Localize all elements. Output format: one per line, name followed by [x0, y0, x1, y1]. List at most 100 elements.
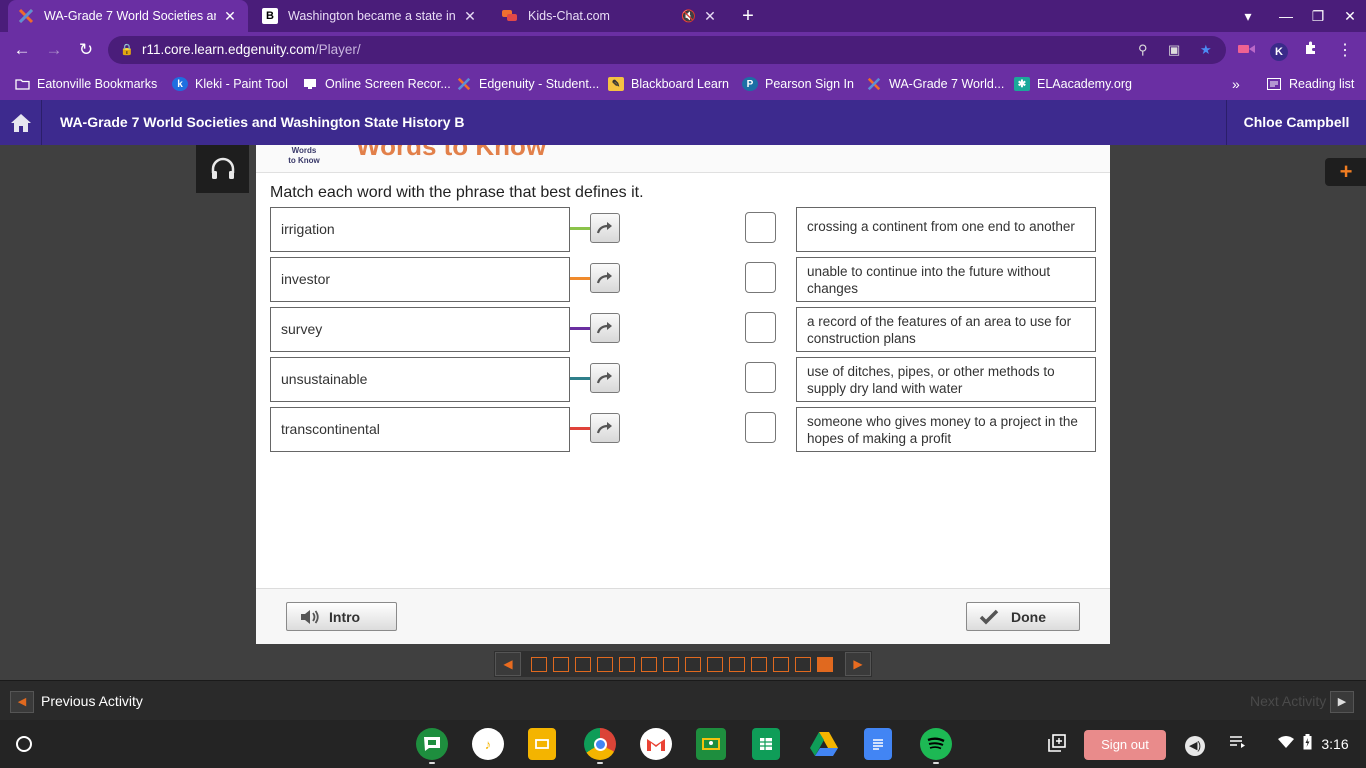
sign-out-button[interactable]: Sign out	[1084, 730, 1166, 760]
match-target-box[interactable]	[745, 412, 776, 443]
tab-edgenuity-course[interactable]: WA-Grade 7 World Societies and ✕	[8, 0, 248, 32]
minimize-icon[interactable]: —	[1272, 4, 1300, 28]
home-button[interactable]	[0, 100, 42, 145]
drag-arrow-button[interactable]	[590, 263, 620, 293]
kami-k-icon[interactable]: K	[1268, 40, 1290, 62]
google-chat-icon[interactable]	[416, 728, 448, 760]
google-docs-icon[interactable]	[864, 728, 892, 760]
spotify-icon[interactable]	[920, 728, 952, 760]
screen-capture-icon[interactable]	[1046, 734, 1068, 754]
volume-icon[interactable]: ◀)	[1184, 734, 1206, 756]
previous-activity-link[interactable]: Previous Activity	[41, 681, 143, 721]
chrome-icon[interactable]	[584, 728, 616, 760]
match-target-box[interactable]	[745, 312, 776, 343]
bookmark-star-icon[interactable]: ★	[1200, 36, 1212, 64]
expand-tools-button[interactable]: +	[1325, 158, 1366, 186]
new-tab-button[interactable]: +	[736, 4, 760, 28]
extensions-puzzle-icon[interactable]	[1300, 40, 1322, 62]
done-button[interactable]: Done	[966, 602, 1080, 631]
logo-line-2: to Know	[288, 156, 320, 165]
match-target-box[interactable]	[745, 212, 776, 243]
intro-button[interactable]: Intro	[286, 602, 397, 631]
restore-icon[interactable]: ❐	[1304, 4, 1332, 28]
connector-line	[570, 327, 590, 330]
location-blocked-icon[interactable]: ⚲	[1138, 36, 1148, 64]
close-window-icon[interactable]: ✕	[1336, 4, 1364, 28]
user-name-menu[interactable]: Chloe Campbell	[1226, 100, 1366, 145]
media-controls-icon[interactable]	[1226, 734, 1250, 754]
bookmark-eatonville[interactable]: Eatonville Bookmarks	[14, 76, 157, 92]
page-box[interactable]	[773, 657, 789, 672]
wifi-icon[interactable]	[1276, 734, 1296, 754]
reading-list-button[interactable]: Reading list	[1266, 76, 1354, 92]
page-box[interactable]	[795, 657, 811, 672]
drag-arrow-button[interactable]	[590, 313, 620, 343]
match-target-box[interactable]	[745, 262, 776, 293]
word-box-irrigation[interactable]: irrigation	[270, 207, 570, 252]
page-box[interactable]	[597, 657, 613, 672]
page-box[interactable]	[531, 657, 547, 672]
connector-line	[570, 377, 590, 380]
next-activity-arrow[interactable]: ▶	[1330, 691, 1354, 713]
google-classroom-icon[interactable]	[696, 728, 726, 760]
page-box[interactable]	[817, 657, 833, 672]
tab-kids-chat[interactable]: Kids-Chat.com 🔇 ✕	[492, 0, 728, 32]
headphone-app-icon[interactable]: ♪	[472, 728, 504, 760]
page-box[interactable]	[729, 657, 745, 672]
page-box[interactable]	[663, 657, 679, 672]
google-drive-icon[interactable]	[808, 728, 840, 760]
match-target-box[interactable]	[745, 362, 776, 393]
bookmark-edgenuity-student[interactable]: Edgenuity - Student...	[456, 76, 599, 92]
bookmark-label: Online Screen Recor...	[325, 77, 451, 91]
read-aloud-button[interactable]	[196, 145, 249, 193]
address-bar[interactable]: 🔒 r11.core.learn.edgenuity.com/Player/ ⚲…	[108, 36, 1226, 64]
google-sheets-icon[interactable]	[752, 728, 780, 760]
page-box[interactable]	[575, 657, 591, 672]
gmail-icon[interactable]	[640, 728, 672, 760]
bookmark-wa-grade7[interactable]: WA-Grade 7 World...	[866, 76, 1004, 92]
install-app-icon[interactable]: ▣	[1168, 36, 1180, 64]
screencastify-icon[interactable]	[1236, 40, 1258, 62]
muted-speaker-icon[interactable]: 🔇	[681, 9, 696, 23]
reload-icon[interactable]: ↻	[74, 38, 98, 62]
forward-icon[interactable]: →	[42, 38, 66, 62]
bookmark-kleki[interactable]: k Kleki - Paint Tool	[172, 76, 288, 92]
bookmark-pearson[interactable]: P Pearson Sign In	[742, 76, 854, 92]
tab-search-icon[interactable]: ▾	[1234, 4, 1262, 28]
battery-icon[interactable]	[1300, 734, 1314, 754]
launcher-circle-icon[interactable]	[16, 736, 32, 752]
drag-arrow-button[interactable]	[590, 413, 620, 443]
close-tab-icon[interactable]: ✕	[702, 8, 718, 25]
more-menu-icon[interactable]: ⋮	[1334, 40, 1356, 62]
page-box[interactable]	[619, 657, 635, 672]
word-box-investor[interactable]: investor	[270, 257, 570, 302]
bookmark-elaacademy[interactable]: ✱ ELAacademy.org	[1014, 76, 1132, 92]
more-bookmarks-button[interactable]: »	[1232, 76, 1240, 92]
close-tab-icon[interactable]: ✕	[222, 8, 238, 25]
page-box[interactable]	[751, 657, 767, 672]
page-box[interactable]	[641, 657, 657, 672]
bookmark-screen-recorder[interactable]: Online Screen Recor...	[302, 76, 451, 92]
drag-arrow-button[interactable]	[590, 213, 620, 243]
word-box-survey[interactable]: survey	[270, 307, 570, 352]
word-box-transcontinental[interactable]: transcontinental	[270, 407, 570, 452]
close-tab-icon[interactable]: ✕	[462, 8, 478, 25]
tab-washington-state[interactable]: B Washington became a state in t ✕	[252, 0, 488, 32]
activity-navigation-bar: ◀ Previous Activity Next Activity ▶	[0, 680, 1366, 720]
clock[interactable]: 3:16	[1318, 734, 1352, 754]
previous-activity-arrow[interactable]: ◀	[10, 691, 34, 713]
running-indicator	[597, 762, 603, 764]
previous-page-arrow[interactable]: ◀	[495, 652, 521, 676]
google-slides-icon[interactable]	[528, 728, 556, 760]
drag-arrow-button[interactable]	[590, 363, 620, 393]
word-box-unsustainable[interactable]: unsustainable	[270, 357, 570, 402]
page-box[interactable]	[553, 657, 569, 672]
bookmark-label: Edgenuity - Student...	[479, 77, 600, 91]
blackboard-pencil-icon: ✎	[608, 77, 624, 91]
next-activity-link[interactable]: Next Activity	[1250, 681, 1326, 721]
page-box[interactable]	[707, 657, 723, 672]
page-box[interactable]	[685, 657, 701, 672]
back-icon[interactable]: ←	[10, 38, 34, 62]
bookmark-blackboard[interactable]: ✎ Blackboard Learn	[608, 76, 729, 92]
next-page-arrow[interactable]: ▶	[845, 652, 871, 676]
